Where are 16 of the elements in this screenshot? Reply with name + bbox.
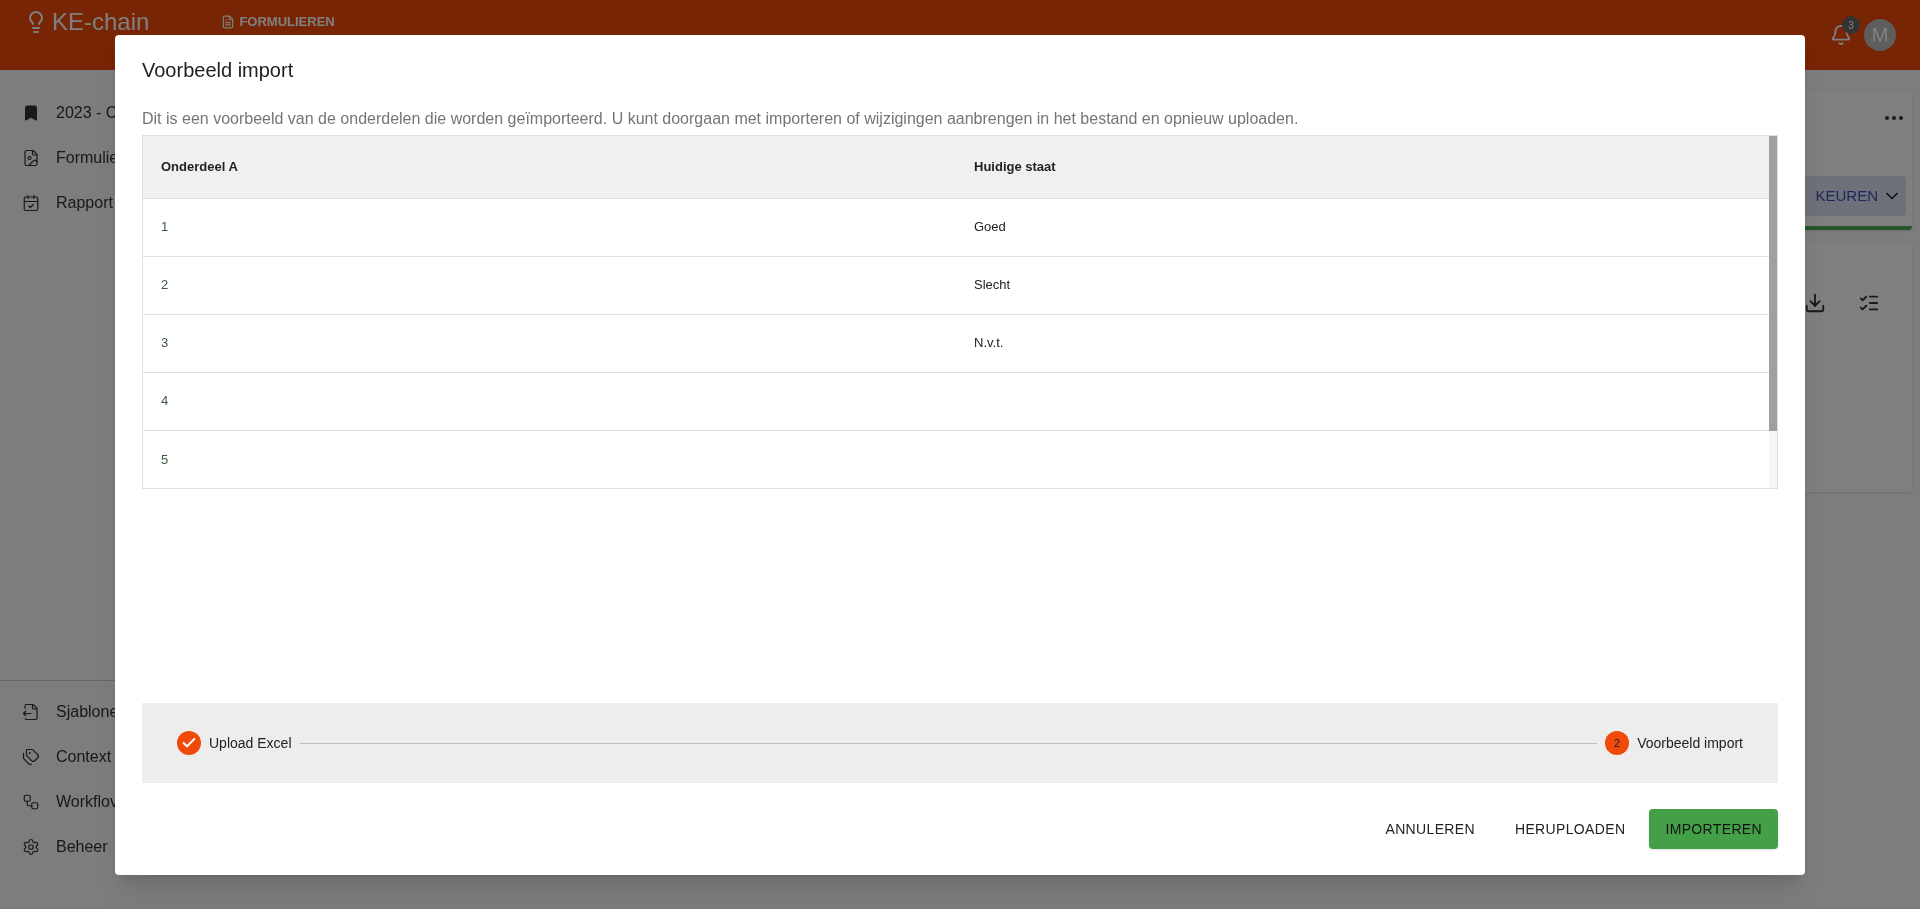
step-label: Voorbeeld import xyxy=(1637,733,1743,753)
dialog-description: Dit is een voorbeeld van de onderdelen die worden geïmporteerd. U kunt doorgaan met importeren of wijzigingen aanbrengen in het bestand en opnieuw uploaden. xyxy=(141,109,1300,129)
column-header: Huidige staat xyxy=(956,136,1769,198)
table-cell: 2 xyxy=(143,256,956,314)
table-cell: 4 xyxy=(143,372,956,430)
table-cell: Slecht xyxy=(956,256,1769,314)
step-number: 2 xyxy=(1605,731,1630,755)
column-header: Onderdeel A xyxy=(143,136,956,198)
dialog-title: Voorbeeld import xyxy=(141,58,295,83)
step-label: Upload Excel xyxy=(209,733,292,753)
table-cell: 1 xyxy=(143,198,956,256)
table-cell: 3 xyxy=(143,314,956,372)
table-cell: 5 xyxy=(143,430,956,488)
table-cell: N.v.t. xyxy=(956,314,1769,372)
table-cell: Goed xyxy=(956,198,1769,256)
notification-badge: 3 xyxy=(1842,16,1860,34)
